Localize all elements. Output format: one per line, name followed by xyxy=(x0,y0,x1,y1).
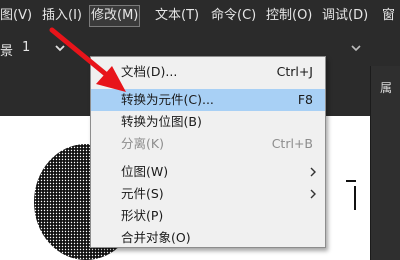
menu-item-label: 转换为元件(C)... xyxy=(121,92,214,107)
menu-control[interactable]: 控制(O) xyxy=(266,6,312,26)
menu-item-combine-objects[interactable]: 合并对象(O) xyxy=(91,227,325,249)
menu-debug[interactable]: 调试(D) xyxy=(322,6,368,26)
stage-marks xyxy=(346,180,356,210)
menu-item-convert-to-symbol[interactable]: 转换为元件(C)... F8 xyxy=(91,89,325,111)
menu-item-shortcut: F8 xyxy=(297,92,313,107)
menu-item-label: 分离(K) xyxy=(121,136,164,151)
chevron-right-icon xyxy=(310,167,316,177)
menu-item-label: 形状(P) xyxy=(121,208,164,223)
menu-item-shortcut: Ctrl+B xyxy=(271,136,313,151)
menu-item-convert-to-bitmap[interactable]: 转换为位图(B) xyxy=(91,111,325,133)
menu-item-bitmap[interactable]: 位图(W) xyxy=(91,161,325,183)
menu-modify[interactable]: 修改(M) xyxy=(89,5,141,27)
menu-view[interactable]: 图(V) xyxy=(0,6,32,26)
menu-insert[interactable]: 插入(I) xyxy=(42,6,82,26)
menu-item-label: 合并对象(O) xyxy=(121,230,191,245)
properties-panel-label: 属 xyxy=(380,81,393,95)
modify-dropdown-menu: 文档(D)... Ctrl+J 转换为元件(C)... F8 转换为位图(B) … xyxy=(90,56,326,248)
chevron-down-icon[interactable] xyxy=(54,42,66,54)
menu-item-break-apart[interactable]: 分离(K) Ctrl+B xyxy=(91,133,325,155)
menu-item-shortcut: Ctrl+J xyxy=(276,64,313,79)
menu-item-label: 位图(W) xyxy=(121,164,169,179)
scene-label: 景 xyxy=(0,44,14,59)
chevron-down-icon[interactable] xyxy=(350,42,362,54)
menu-item-document[interactable]: 文档(D)... Ctrl+J xyxy=(91,61,325,83)
menu-commands[interactable]: 命令(C) xyxy=(211,6,256,26)
menu-item-label: 文档(D)... xyxy=(121,64,178,79)
menu-item-label: 元件(S) xyxy=(121,186,164,201)
menu-text[interactable]: 文本(T) xyxy=(155,6,199,26)
menu-item-symbol[interactable]: 元件(S) xyxy=(91,183,325,205)
chevron-right-icon xyxy=(310,189,316,199)
menu-item-shape[interactable]: 形状(P) xyxy=(91,205,325,227)
menu-item-label: 转换为位图(B) xyxy=(121,114,202,129)
menu-window[interactable]: 窗 xyxy=(382,6,395,26)
scene-number: 1 xyxy=(22,40,31,55)
menu-bar: 图(V) 插入(I) 修改(M) 文本(T) 命令(C) 控制(O) 调试(D)… xyxy=(0,0,400,33)
